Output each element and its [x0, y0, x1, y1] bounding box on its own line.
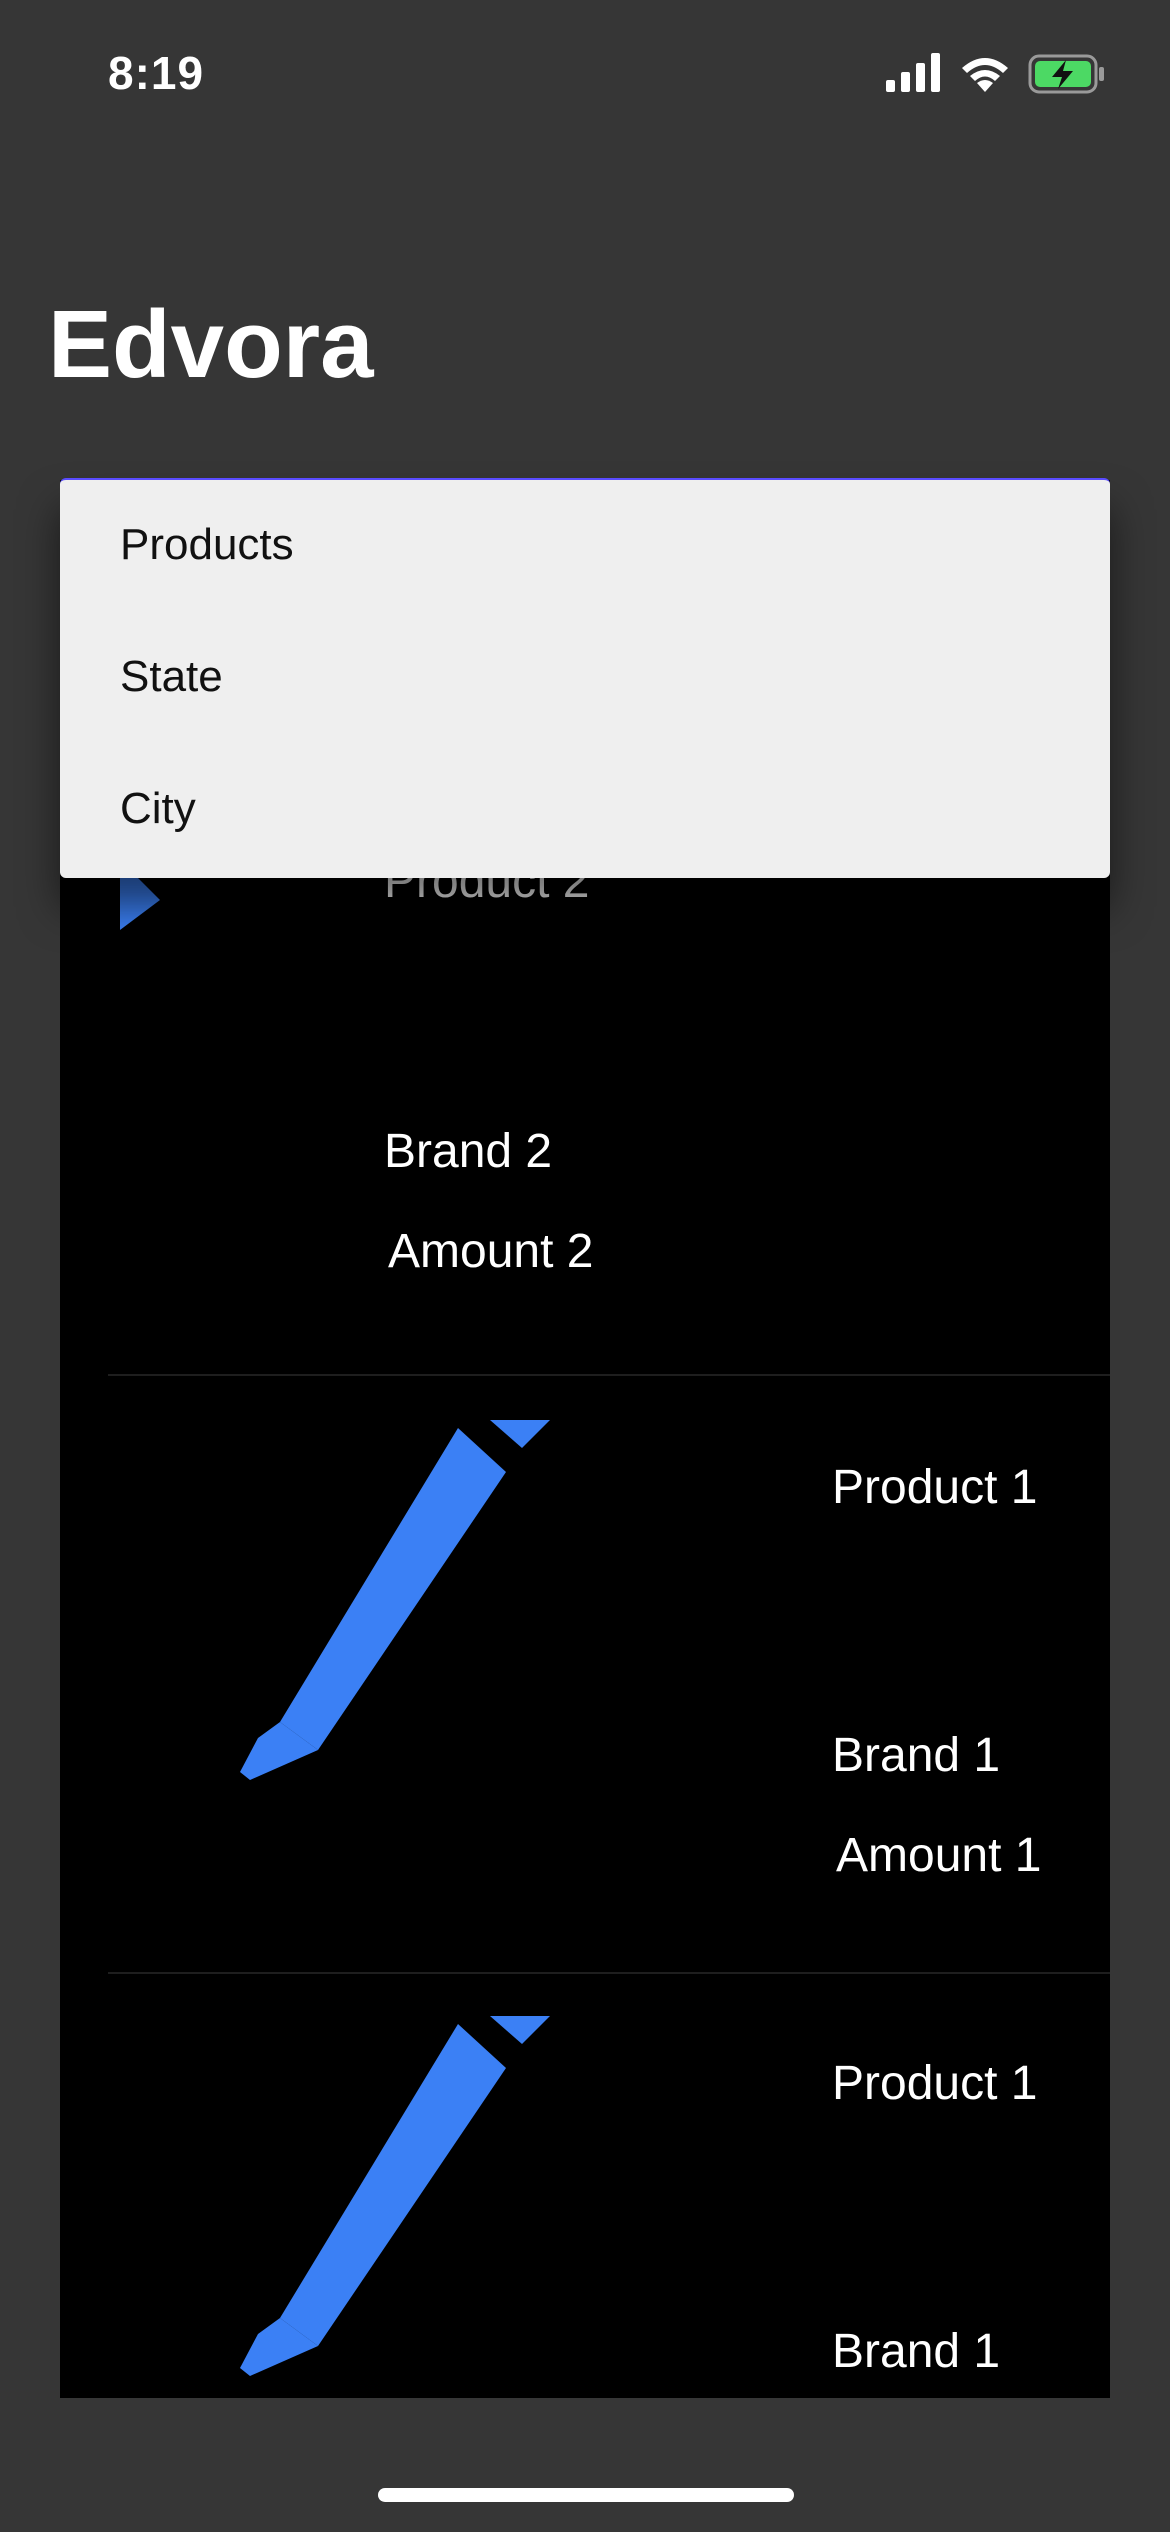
filter-dropdown-menu[interactable]: Products State City	[60, 478, 1110, 878]
wifi-icon	[962, 58, 1008, 92]
amount-value: Amount 1	[836, 1829, 1042, 1882]
brand-name: Brand 2	[384, 1125, 553, 1178]
dropdown-item-state[interactable]: State	[120, 652, 223, 702]
dropdown-item-city[interactable]: City	[120, 784, 196, 834]
signal-icon	[886, 53, 940, 92]
status-icons	[886, 52, 1116, 96]
dropdown-item-products[interactable]: Products	[120, 520, 294, 570]
status-bar: 8:19	[0, 0, 1170, 150]
home-indicator[interactable]	[378, 2488, 794, 2502]
product-card[interactable]: Product 1 Brand 1	[60, 1976, 1110, 2398]
product-name: Product 1	[832, 2057, 1038, 2110]
page-title: Edvora	[48, 291, 374, 398]
brand-name: Brand 1	[832, 1729, 1001, 1782]
amount-value: Amount 2	[388, 1225, 594, 1278]
product-card[interactable]: Product 1 Brand 1 Amount 1	[60, 1376, 1110, 1974]
product-name: Product 1	[832, 1461, 1038, 1514]
pencil-icon	[240, 1420, 550, 1780]
pencil-icon	[240, 2016, 550, 2376]
brand-name: Brand 1	[832, 2325, 1001, 2378]
divider	[108, 1972, 1110, 1974]
status-time: 8:19	[108, 47, 205, 99]
battery-charging-icon	[1028, 54, 1104, 94]
